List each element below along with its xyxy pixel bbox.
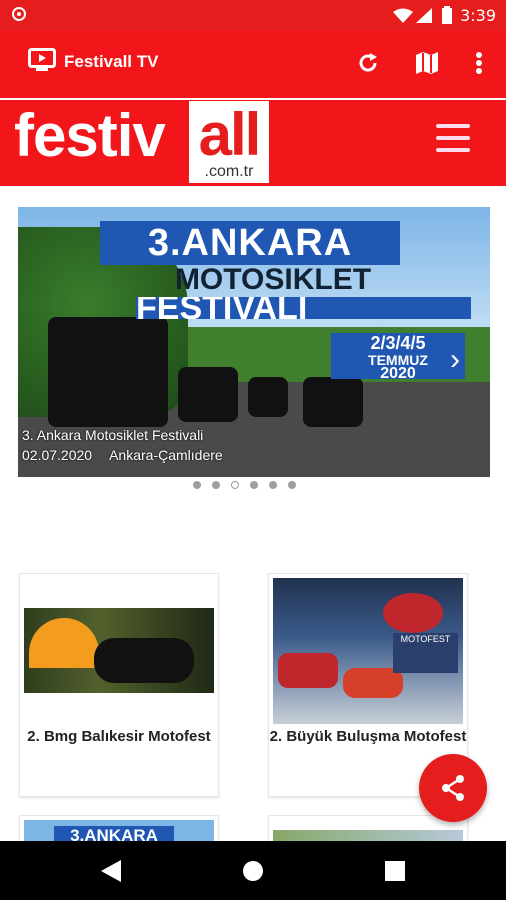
banner-title-line3: FESTIVALI (136, 297, 471, 319)
carousel-caption-location: Ankara-Çamlıdere (109, 447, 223, 463)
chevron-right-icon[interactable]: › (450, 343, 460, 377)
recents-icon[interactable] (385, 861, 405, 881)
battery-icon (442, 6, 452, 24)
pagination-dot[interactable] (288, 481, 296, 489)
status-time: 3:39 (460, 6, 496, 25)
event-card-title: 2. Büyük Buluşma Motofest (269, 728, 467, 745)
carousel-caption-date: 02.07.2020 (22, 447, 93, 463)
pagination-dot[interactable] (193, 481, 201, 489)
event-card[interactable]: 2. Bmg Balıkesir Motofest (19, 573, 219, 797)
record-icon (12, 7, 26, 21)
logo-highlight: all (198, 101, 262, 168)
map-icon[interactable] (415, 52, 439, 74)
banner-dates-block: 2/3/4/5 TEMMUZ 2020 (331, 333, 465, 382)
pagination-dot[interactable] (212, 481, 220, 489)
banner-rider (178, 367, 238, 422)
banner-rider (48, 317, 168, 427)
banner-title-line2: MOTOSIKLET (174, 263, 372, 296)
logo-text[interactable]: festiv (14, 106, 166, 166)
back-icon[interactable] (101, 860, 121, 882)
share-icon (442, 775, 464, 801)
carousel-pagination (193, 481, 296, 491)
banner-rider (303, 377, 363, 427)
signal-icon (416, 8, 432, 23)
pagination-dot-active[interactable] (231, 481, 239, 489)
banner-year: 2020 (380, 365, 416, 382)
carousel-caption-title: 3. Ankara Motosiklet Festivali (22, 427, 204, 443)
toolbar-title: Festivall TV (64, 52, 159, 71)
home-icon[interactable] (242, 860, 264, 882)
banner-rider (248, 377, 288, 417)
logo-highlight-box[interactable]: all .com.tr (189, 101, 269, 183)
pagination-dot[interactable] (250, 481, 258, 489)
carousel-banner[interactable]: 3.ANKARA MOTOSIKLET FESTIVALI 2/3/4/5 TE… (18, 207, 490, 477)
navigation-bar (0, 841, 506, 900)
event-card-image (24, 608, 214, 693)
logo-domain: .com.tr (204, 163, 254, 180)
refresh-icon[interactable] (357, 52, 379, 74)
tv-icon[interactable] (28, 48, 56, 72)
wifi-icon (393, 8, 413, 23)
status-bar: 3:39 (0, 0, 506, 30)
more-vert-icon[interactable] (476, 52, 482, 74)
banner-title-line1: 3.ANKARA (100, 221, 400, 265)
carousel-caption-meta: 02.07.2020 Ankara-Çamlıdere (22, 447, 223, 463)
banner-dates: 2/3/4/5 (370, 333, 426, 353)
menu-icon[interactable] (436, 124, 470, 152)
pagination-dot[interactable] (269, 481, 277, 489)
share-button[interactable] (419, 754, 487, 822)
app-toolbar: Festivall TV (0, 30, 506, 98)
event-card-image: MOTOFEST (273, 578, 463, 724)
event-card-title: 2. Bmg Balıkesir Motofest (27, 728, 211, 745)
